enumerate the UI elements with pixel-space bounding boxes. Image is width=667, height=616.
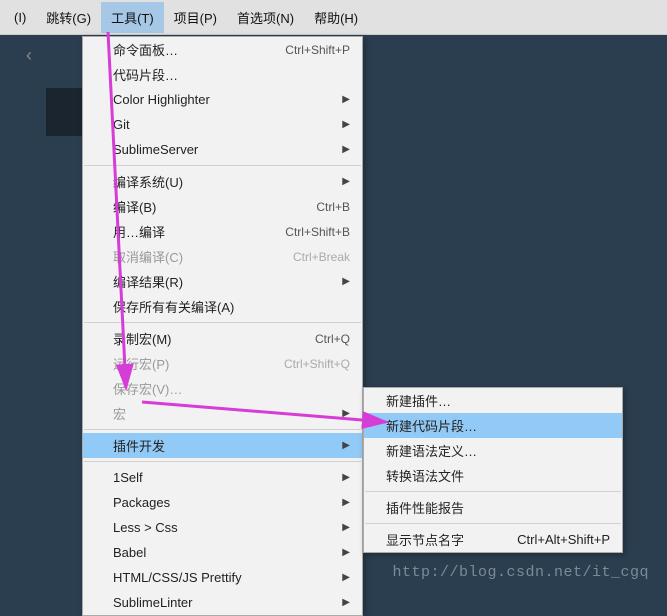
menu-item[interactable]: 用…编译 Ctrl+Shift+B — [83, 219, 362, 244]
chevron-right-icon: ▶ — [342, 522, 350, 533]
menu-item[interactable]: 新建插件… — [364, 388, 622, 413]
tools-dropdown: 命令面板… Ctrl+Shift+P 代码片段… Color Highlighter ▶… — [82, 36, 363, 616]
menu-item-label: Color Highlighter — [113, 92, 210, 107]
menu-item-label: 显示节点名字 — [386, 530, 464, 549]
menu-item[interactable]: 1Self ▶ — [83, 465, 362, 490]
menu-separator — [84, 322, 361, 323]
menu-item-label: 保存宏(V)… — [113, 379, 182, 398]
menu-item[interactable]: 编译(B) Ctrl+B — [83, 194, 362, 219]
menu-help[interactable]: 帮助(H) — [304, 2, 368, 33]
chevron-right-icon: ▶ — [342, 547, 350, 558]
menu-item-label: 编译(B) — [113, 197, 156, 216]
menu-item-label: 新建语法定义… — [386, 441, 477, 460]
menu-item[interactable]: 插件开发 ▶ — [83, 433, 362, 458]
menu-item[interactable]: SublimeServer ▶ — [83, 137, 362, 162]
chevron-right-icon: ▶ — [342, 408, 350, 419]
menu-item[interactable]: 显示节点名字 Ctrl+Alt+Shift+P — [364, 527, 622, 552]
menu-item[interactable]: 命令面板… Ctrl+Shift+P — [83, 37, 362, 62]
menu-shortcut: Ctrl+Break — [293, 250, 350, 264]
menu-item-label: 编译结果(R) — [113, 272, 183, 291]
menu-item-label: SublimeServer — [113, 142, 198, 157]
menu-separator — [84, 461, 361, 462]
menu-item[interactable]: Less > Css ▶ — [83, 515, 362, 540]
plugin-dev-submenu: 新建插件… 新建代码片段… 新建语法定义… 转换语法文件插件性能报告显示节点名字 Ctr… — [363, 387, 623, 553]
chevron-right-icon: ▶ — [342, 572, 350, 583]
menu-item: 保存宏(V)… — [83, 376, 362, 401]
menu-shortcut: Ctrl+B — [316, 200, 350, 214]
menu-item-label: 代码片段… — [113, 65, 178, 84]
menu-item-label: 保存所有有关编译(A) — [113, 297, 234, 316]
menu-item[interactable]: 保存所有有关编译(A) — [83, 294, 362, 319]
menu-item[interactable]: 编译系统(U) ▶ — [83, 169, 362, 194]
chevron-right-icon: ▶ — [342, 144, 350, 155]
menu-project[interactable]: 项目(P) — [164, 2, 227, 33]
menu-item-label: 新建插件… — [386, 391, 451, 410]
menu-item: 运行宏(P) Ctrl+Shift+Q — [83, 351, 362, 376]
menu-item-label: 插件开发 — [113, 436, 165, 455]
chevron-right-icon: ▶ — [342, 440, 350, 451]
menu-item-label: Babel — [113, 545, 146, 560]
chevron-right-icon: ▶ — [342, 94, 350, 105]
menu-item-label: Packages — [113, 495, 170, 510]
menu-item[interactable]: HTML/CSS/JS Prettify ▶ — [83, 565, 362, 590]
menu-item-label: Git — [113, 117, 130, 132]
menu-preferences[interactable]: 首选项(N) — [227, 2, 304, 33]
menu-item-label: SublimeLinter — [113, 595, 193, 610]
menu-tools[interactable]: 工具(T) — [101, 2, 164, 33]
menu-separator — [365, 491, 621, 492]
menu-item[interactable]: Color Highlighter ▶ — [83, 87, 362, 112]
menu-separator — [84, 165, 361, 166]
menu-item-label: 运行宏(P) — [113, 354, 169, 373]
menu-shortcut: Ctrl+Shift+P — [285, 43, 350, 57]
menu-item-label: Less > Css — [113, 520, 178, 535]
menu-item[interactable]: Packages ▶ — [83, 490, 362, 515]
chevron-right-icon: ▶ — [342, 497, 350, 508]
menu-item-label: 插件性能报告 — [386, 498, 464, 517]
menu-item[interactable]: 编译结果(R) ▶ — [83, 269, 362, 294]
menu-item-label: 用…编译 — [113, 222, 165, 241]
menu-item[interactable]: Git ▶ — [83, 112, 362, 137]
menu-separator — [365, 523, 621, 524]
menu-item-0[interactable]: (I) — [4, 4, 36, 31]
menu-shortcut: Ctrl+Shift+B — [285, 225, 350, 239]
menu-item[interactable]: Babel ▶ — [83, 540, 362, 565]
menu-item[interactable]: 代码片段… — [83, 62, 362, 87]
menu-shortcut: Ctrl+Alt+Shift+P — [517, 532, 610, 547]
chevron-right-icon: ▶ — [342, 597, 350, 608]
chevron-right-icon: ▶ — [342, 119, 350, 130]
menu-item-label: 宏 — [113, 404, 126, 423]
menu-item-label: 1Self — [113, 470, 143, 485]
menu-item: 宏▶ — [83, 401, 362, 426]
menu-item[interactable]: 新建代码片段… — [364, 413, 622, 438]
watermark: http://blog.csdn.net/it_cgq — [392, 564, 649, 581]
menu-item-label: HTML/CSS/JS Prettify — [113, 570, 242, 585]
menu-goto[interactable]: 跳转(G) — [36, 2, 101, 33]
menu-shortcut: Ctrl+Shift+Q — [284, 357, 350, 371]
chevron-right-icon: ▶ — [342, 472, 350, 483]
menu-item-label: 录制宏(M) — [113, 329, 172, 348]
menu-item-label: 命令面板… — [113, 40, 178, 59]
menubar: (I) 跳转(G) 工具(T) 项目(P) 首选项(N) 帮助(H) — [0, 0, 667, 35]
menu-item-label: 编译系统(U) — [113, 172, 183, 191]
menu-item[interactable]: 新建语法定义… — [364, 438, 622, 463]
menu-item[interactable]: 转换语法文件 — [364, 463, 622, 488]
chevron-right-icon: ▶ — [342, 276, 350, 287]
menu-item: 取消编译(C) Ctrl+Break — [83, 244, 362, 269]
menu-item[interactable]: 录制宏(M) Ctrl+Q — [83, 326, 362, 351]
menu-item-label: 转换语法文件 — [386, 466, 464, 485]
menu-separator — [84, 429, 361, 430]
menu-item-label: 新建代码片段… — [386, 416, 477, 435]
menu-item[interactable]: 插件性能报告 — [364, 495, 622, 520]
menu-shortcut: Ctrl+Q — [315, 332, 350, 346]
menu-item[interactable]: SublimeLinter ▶ — [83, 590, 362, 615]
menu-item-label: 取消编译(C) — [113, 247, 183, 266]
back-chevron-icon[interactable]: ‹ — [14, 41, 44, 70]
chevron-right-icon: ▶ — [342, 176, 350, 187]
